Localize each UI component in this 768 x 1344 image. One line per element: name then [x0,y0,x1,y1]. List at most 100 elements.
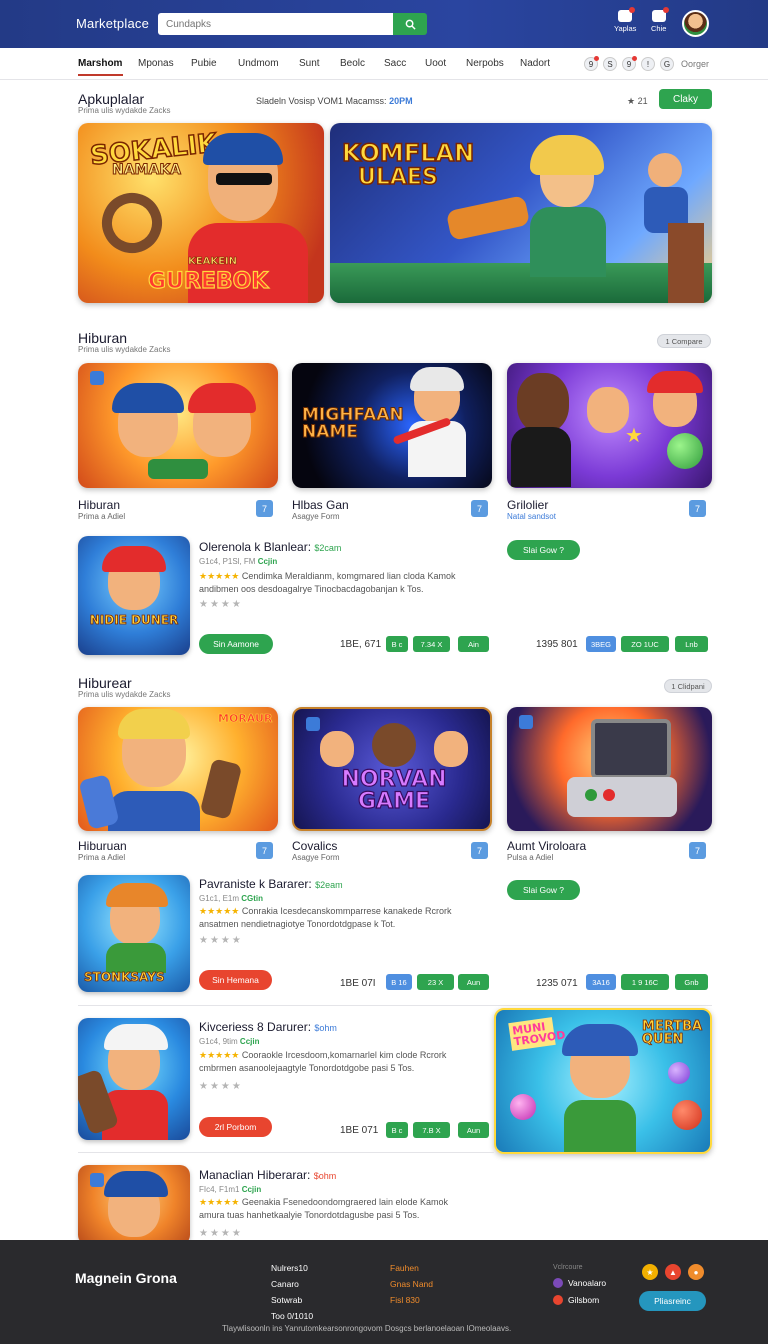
section1-card-2-badge: 7 [471,500,488,517]
section1-card-3-title[interactable]: Grilolier [507,498,548,512]
nav-circle-5[interactable]: G [660,57,674,71]
app-2-title[interactable]: Pavraniste k Bararer: $2eam [199,877,343,891]
section2-title: Hiburear [78,675,132,691]
nav-item-mponas[interactable]: Mponas [138,58,174,69]
app-2-tag-2[interactable]: 23 X [417,974,454,990]
footer-link-row-1[interactable]: Vanoalaro [553,1278,606,1288]
app-2-gray-stars: ★★★★ [199,935,243,946]
section1-card-2-title[interactable]: Hlbas Gan [292,498,349,512]
app-1-tag-2[interactable]: 7.34 X [413,636,450,652]
banner-sokalik[interactable]: SOKALIK NAMAKA KEAKEIN GUREBOK [78,123,324,303]
footer-logo[interactable]: Magnein Grona [75,1270,177,1286]
section2-card-1-badge: 7 [256,842,273,859]
section2-card-2-badge: 7 [471,842,488,859]
section2-compare-pill[interactable]: 1 Clidpani [664,679,712,693]
app-2-side-tag-1[interactable]: 3A16 [586,974,616,990]
nav-item-beolc[interactable]: Beolc [340,58,365,69]
app-3-tag-2[interactable]: 7.B X [413,1122,450,1138]
app-1-side-tag-2[interactable]: ZO 1UC [621,636,669,652]
footer-link[interactable]: Fauhen [390,1260,433,1276]
nav-item-sacc[interactable]: Sacc [384,58,406,69]
section2-card-3-title[interactable]: Aumt Viroloara [507,839,586,853]
footer-link[interactable]: Canaro [271,1276,313,1292]
nav-item-undmom[interactable]: Undmom [238,58,279,69]
search-input[interactable] [158,13,394,35]
footer-link[interactable]: Fisl 830 [390,1292,433,1308]
section2-card-1-sub: Prima a Adiel [78,853,126,862]
section1-card-3-badge: 7 [689,500,706,517]
app-3-tag-1[interactable]: B c [386,1122,408,1138]
nav-circle-4[interactable]: ! [641,57,655,71]
section1-card-1-image[interactable] [78,363,278,488]
section2-card-1-image[interactable]: MORAUR [78,707,278,831]
footer-link[interactable]: Nulrers10 [271,1260,313,1276]
section1-card-1-title[interactable]: Hiburan [78,498,120,512]
app-1-title[interactable]: Olerenola k Blanlear: $2cam [199,540,341,554]
section1-compare-pill[interactable]: 1 Compare [657,334,711,348]
app-2-side-tag-3[interactable]: Gnb [675,974,708,990]
section1-card-1-badge: 7 [256,500,273,517]
app-3-icon[interactable] [78,1018,190,1140]
social-icon-3[interactable]: ● [688,1264,704,1280]
banner-komflan[interactable]: KOMFLAN ULAES [330,123,712,303]
app-3-install-button[interactable]: 2rl Porbom [199,1117,272,1137]
app-1-side-tag-1[interactable]: 3BEG [586,636,616,652]
footer-link[interactable]: Gnas Nand [390,1276,433,1292]
footer-link-row-2[interactable]: Gilsbom [553,1295,599,1305]
app-1-side-tag-3[interactable]: Lnb [675,636,708,652]
app-4-gray-stars: ★★★★ [199,1228,243,1239]
social-icon-2[interactable]: ▲ [665,1264,681,1280]
section2-card-1-title[interactable]: Hiburuan [78,839,127,853]
nav-item-nadort[interactable]: Nadort [520,58,550,69]
avatar[interactable] [682,10,709,37]
app-2-icon[interactable]: STONKSAYS [78,875,190,992]
app-3-title[interactable]: Kivceriess 8 Darurer: $ohm [199,1020,337,1034]
nav-item-uoot[interactable]: Uoot [425,58,446,69]
app-1-tag-3[interactable]: Ain [458,636,489,652]
subscribe-button[interactable]: Pliasreinc [639,1291,706,1311]
section1-card-3-image[interactable]: ★ [507,363,712,488]
search-icon [405,19,416,30]
app-4-title[interactable]: Manaclian Hiberarar: $ohm [199,1168,336,1182]
app-1-icon[interactable]: NIDIE DUNER [78,536,190,655]
app-2-tag-3[interactable]: Aun [458,974,489,990]
social-icon-1[interactable]: ★ [642,1264,658,1280]
app-2-install-button[interactable]: Sin Hemana [199,970,272,990]
footer-link[interactable]: Too 0/1010 [271,1308,313,1324]
brand-logo[interactable]: Marketplace [76,16,149,31]
app-2-tag-1[interactable]: B 16 [386,974,412,990]
search-button[interactable] [393,13,427,35]
cart-label: Chie [651,24,667,33]
nav-active-underline [78,74,123,76]
app-4-stars: ★★★★★ [199,1197,240,1207]
section2-card-2-image[interactable]: NORVAN GAME [292,707,492,831]
app-3-tag-3[interactable]: Aun [458,1122,489,1138]
app-1-side-button[interactable]: Slai Gow ? [507,540,580,560]
app-1-stars: ★★★★★ [199,571,240,581]
hero-action-button[interactable]: Claky [659,89,712,109]
section2-card-3-image[interactable] [507,707,712,831]
notifications-icon[interactable]: Yaplas [614,7,636,33]
nav-circle-3[interactable]: 9 [622,56,637,71]
app-2-side-tag-2[interactable]: 1 9 16C [621,974,669,990]
section1-card-2-image[interactable]: MIGHFAAN NAME [292,363,492,488]
nav-item-pubie[interactable]: Pubie [191,58,217,69]
nav-item-nerpobs[interactable]: Nerpobs [466,58,504,69]
footer-link[interactable]: Sotwrab [271,1292,313,1308]
nav-item-sunt[interactable]: Sunt [299,58,320,69]
app-2-side-button[interactable]: Slai Gow ? [507,880,580,900]
nav-circle-1[interactable]: 9 [584,56,599,71]
app-2-price: 1BE 07I [340,978,376,989]
app-4-icon[interactable] [78,1165,190,1245]
cart-icon[interactable]: Chie [651,7,669,33]
app-3-promo-image[interactable]: MUNI TROVOD MERTBA QUEN [494,1008,712,1154]
app-3-stars: ★★★★★ [199,1050,240,1060]
nav-item-marshom[interactable]: Marshom [78,58,122,69]
app-1-install-button[interactable]: Sin Aamone [199,634,273,654]
nav-circle-2[interactable]: S [603,57,617,71]
section2-card-2-title[interactable]: Covalics [292,839,337,853]
section1-card-3-sub: Natal sandsot [507,512,556,521]
divider [78,1152,494,1153]
nav-right-label[interactable]: Oorger [681,59,709,69]
app-1-tag-1[interactable]: B c [386,636,408,652]
